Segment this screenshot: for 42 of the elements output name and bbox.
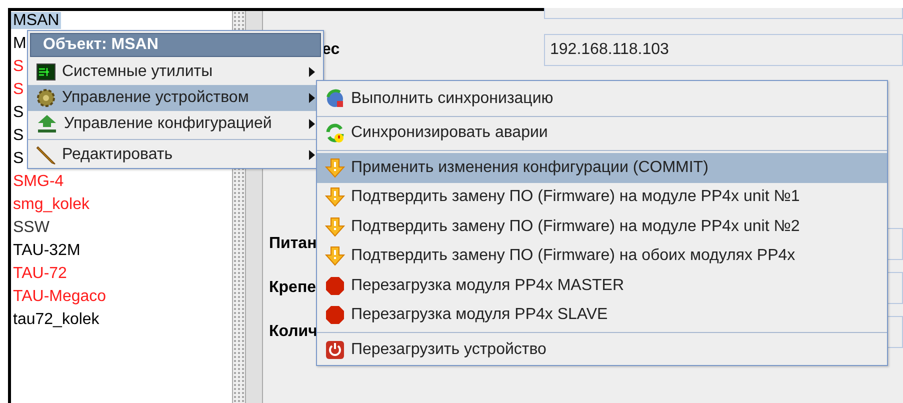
sync-warning-icon (325, 123, 345, 144)
menu-item[interactable]: Перезагрузить устройство (317, 335, 887, 364)
list-item[interactable]: SSW (11, 219, 52, 236)
list-item[interactable]: S (11, 58, 26, 75)
list-item[interactable]: smg_kolek (11, 196, 92, 213)
list-item[interactable]: SMG-4 (11, 173, 66, 190)
list-item[interactable]: tau72_kolek (11, 311, 102, 328)
monitor-icon (36, 63, 56, 81)
list-item[interactable]: S (11, 104, 26, 121)
stop-icon (325, 305, 345, 326)
list-item[interactable]: TAU-72 (11, 265, 69, 282)
menu-item[interactable]: Подтвердить замену ПО (Firmware) на модуле PP4x unit №1 (317, 182, 887, 212)
warning-arrow-icon (325, 246, 345, 266)
menu-item[interactable]: Синхронизировать аварии (317, 118, 887, 148)
menu-title: Объект: MSAN (30, 33, 321, 57)
upload-arrow-icon (36, 114, 58, 134)
warning-arrow-icon (325, 216, 345, 237)
globe-sync-icon (325, 88, 345, 109)
warning-arrow-icon (325, 158, 345, 178)
list-item[interactable]: S (11, 150, 26, 167)
menu-item[interactable]: Перезагрузка модуля PP4x SLAVE (317, 300, 887, 330)
input-field[interactable] (544, 8, 903, 19)
field-label: Колич (269, 323, 318, 341)
field-label: Питан (269, 235, 317, 253)
list-item[interactable]: TAU-Megaco (11, 288, 108, 305)
input-field[interactable]: 192.168.118.103 (544, 34, 903, 66)
list-item[interactable]: TAU-32M (11, 242, 82, 259)
list-item[interactable]: S (11, 81, 26, 98)
menu-item[interactable]: Применить изменения конфигурации (COMMIT) (317, 153, 887, 182)
warning-arrow-icon (325, 187, 345, 208)
power-icon (325, 340, 345, 360)
menu-item[interactable]: Подтвердить замену ПО (Firmware) на модуле PP4x unit №2 (317, 212, 887, 242)
gear-icon (36, 88, 56, 108)
menu-item[interactable]: Перезагрузка модуля PP4x MASTER (317, 271, 887, 300)
menu-item[interactable]: Подтвердить замену ПО (Firmware) на обоих модулях PP4x (317, 242, 887, 271)
list-item[interactable]: MSAN (11, 12, 62, 29)
pencil-icon (36, 145, 56, 165)
field-label: Крепе (269, 279, 316, 297)
stop-icon (325, 276, 345, 296)
menu-item[interactable]: Системные утилиты (28, 59, 323, 85)
list-item[interactable]: M (11, 35, 28, 52)
list-item[interactable]: S (11, 127, 26, 144)
